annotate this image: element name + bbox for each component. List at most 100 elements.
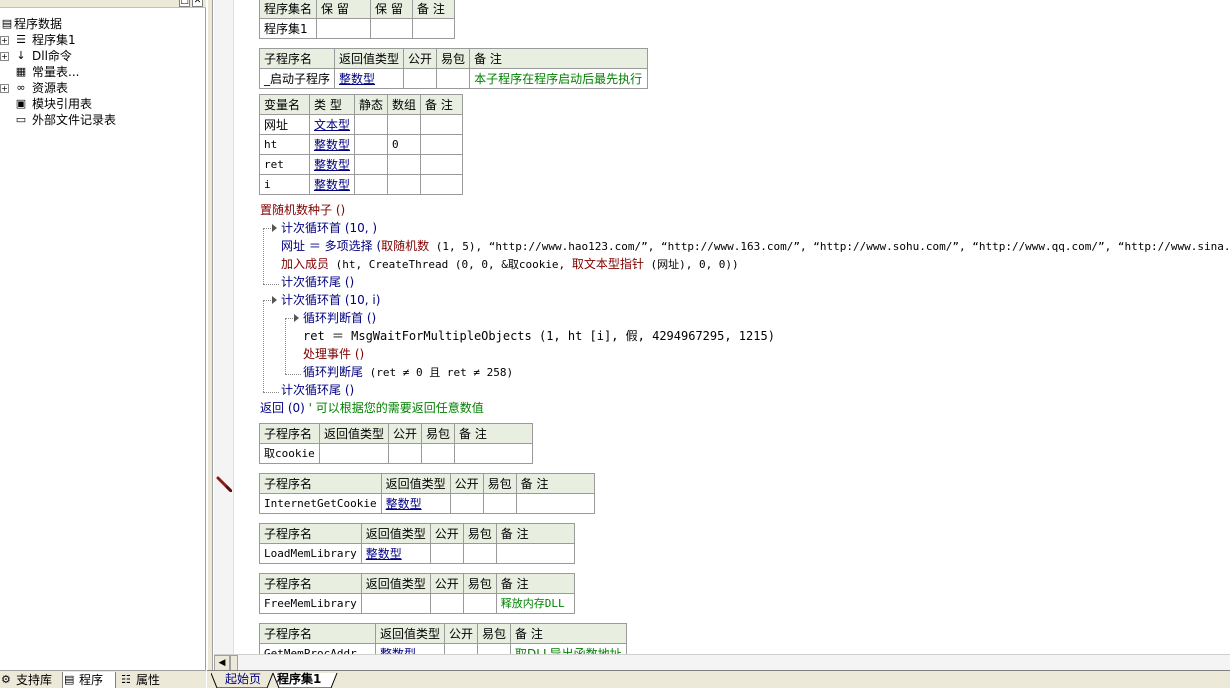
table-cell[interactable]: [420, 174, 464, 195]
note-cell[interactable]: [495, 543, 575, 564]
code-line[interactable]: 计次循环首 (10, i): [281, 292, 380, 308]
code-comment: ' 可以根据您的需要返回任意数值: [304, 401, 484, 415]
sub-name-cell[interactable]: GetMemProcAddr: [259, 643, 376, 654]
table-cell[interactable]: [316, 18, 372, 39]
table-cell[interactable]: [462, 593, 497, 614]
var-name-cell[interactable]: ht: [259, 134, 310, 155]
table-cell[interactable]: [403, 68, 438, 89]
sub-name-cell[interactable]: FreeMemLibrary: [259, 593, 362, 614]
note-cell[interactable]: 本子程序在程序启动后最先执行: [469, 68, 649, 89]
return-type-cell[interactable]: 整数型: [374, 643, 446, 654]
var-name-cell[interactable]: i: [259, 174, 310, 195]
assembly-name-cell[interactable]: 程序集1: [258, 18, 318, 39]
table-cell[interactable]: 0: [387, 134, 422, 155]
code-line[interactable]: 处理事件 (): [303, 346, 364, 362]
breakpoint-brush-icon[interactable]: [216, 476, 232, 492]
tree-item-external-file[interactable]: ▭ 外部文件记录表: [0, 112, 206, 128]
table-cell[interactable]: [370, 18, 414, 39]
code-line[interactable]: 循环判断首 (): [303, 310, 376, 326]
code-line[interactable]: 计次循环首 (10, ): [281, 220, 377, 236]
code-token: (1, 5), “http://www.hao123.com/”, “http:…: [429, 240, 1230, 253]
table-cell[interactable]: [444, 643, 479, 654]
return-type-cell[interactable]: [360, 593, 431, 614]
note-cell[interactable]: 取DLL导出函数地址: [510, 643, 627, 654]
return-type-cell[interactable]: [318, 443, 390, 464]
code-line[interactable]: 网址 ＝ 多项选择 (取随机数 (1, 5), “http://www.hao1…: [281, 238, 1230, 254]
code-editor[interactable]: 程序集名 保 留 保 留 备 注 程序集1 子程序名 返回值类型 公开 易包 备…: [235, 0, 1230, 654]
table-cell[interactable]: [420, 114, 464, 135]
panel-splitter[interactable]: [207, 0, 213, 670]
restore-button[interactable]: □: [179, 0, 190, 7]
table-cell[interactable]: [420, 154, 464, 175]
assembly-table: 程序集名 保 留 保 留 备 注 程序集1: [258, 0, 456, 39]
return-type-cell[interactable]: 整数型: [380, 493, 451, 514]
sub-table: 子程序名 返回值类型 公开 易包 备 注 取cookie: [259, 423, 534, 464]
var-type-cell[interactable]: 整数型: [308, 154, 356, 175]
tree-item-dll-command[interactable]: + ↓ Dll命令: [0, 48, 206, 64]
code-line[interactable]: 计次循环尾 (): [281, 382, 354, 398]
tree-item-resource-table[interactable]: + ∞ 资源表: [0, 80, 206, 96]
tree-item-label: 模块引用表: [32, 97, 93, 111]
table-cell[interactable]: [387, 154, 422, 175]
code-line[interactable]: 加入成员 (ht, CreateThread (0, 0, &取cookie, …: [281, 256, 739, 272]
table-cell[interactable]: [429, 593, 464, 614]
table-cell[interactable]: [436, 68, 471, 89]
var-name-cell[interactable]: 网址: [259, 114, 310, 135]
table-cell[interactable]: [354, 154, 389, 175]
code-line[interactable]: 计次循环尾 (): [281, 274, 354, 290]
table-cell[interactable]: [388, 443, 423, 464]
var-type-cell[interactable]: 整数型: [308, 134, 356, 155]
close-button[interactable]: ✕: [192, 0, 203, 7]
return-type-cell[interactable]: 整数型: [334, 68, 405, 89]
tree-item-module-reference[interactable]: ▣ 模块引用表: [0, 96, 206, 112]
table-cell[interactable]: [354, 134, 389, 155]
table-cell[interactable]: [354, 114, 389, 135]
expand-toggle[interactable]: +: [0, 36, 9, 45]
table-cell[interactable]: [421, 443, 456, 464]
table-cell[interactable]: [462, 543, 497, 564]
table-cell[interactable]: [420, 134, 464, 155]
sub-name-cell[interactable]: InternetGetCookie: [259, 493, 382, 514]
loop-guide: [263, 228, 264, 284]
sub-name-cell[interactable]: 取cookie: [259, 443, 320, 464]
table-cell[interactable]: [429, 543, 464, 564]
note-cell[interactable]: 释放内存DLL: [495, 593, 575, 614]
loop-guide: [285, 318, 286, 374]
table-cell[interactable]: [387, 114, 422, 135]
code-line[interactable]: ret ＝ MsgWaitForMultipleObjects (1, ht […: [303, 328, 775, 344]
code-line[interactable]: 返回 (0) ' 可以根据您的需要返回任意数值: [260, 400, 484, 416]
note-cell[interactable]: [515, 493, 595, 514]
table-cell[interactable]: [387, 174, 422, 195]
sub-name-cell[interactable]: LoadMemLibrary: [259, 543, 362, 564]
table-cell[interactable]: [449, 493, 484, 514]
table-cell[interactable]: [477, 643, 512, 654]
tree-root[interactable]: ▤ 程序数据: [0, 16, 206, 32]
table-header: 保 留: [316, 0, 372, 19]
tab-program-set-1[interactable]: 程序集1: [277, 671, 321, 688]
scroll-thumb[interactable]: [230, 655, 238, 671]
tab-properties[interactable]: ☷ 属性: [120, 672, 176, 688]
var-type-cell[interactable]: 整数型: [308, 174, 356, 195]
tab-program[interactable]: ▤ 程序: [62, 672, 116, 688]
tab-support-library[interactable]: ⚙ 支持库: [0, 672, 60, 688]
note-cell[interactable]: [454, 443, 534, 464]
expand-toggle[interactable]: +: [0, 52, 9, 61]
return-type-cell[interactable]: 整数型: [360, 543, 431, 564]
program-data-icon: ▤: [1, 17, 13, 30]
horizontal-scrollbar[interactable]: ◀: [214, 654, 1230, 671]
tree-item-program-set[interactable]: + ☰ 程序集1: [0, 32, 206, 48]
table-cell[interactable]: [412, 18, 456, 39]
table-header: 公开: [388, 423, 423, 444]
code-line[interactable]: 循环判断尾 (ret ≠ 0 且 ret ≠ 258): [303, 364, 513, 380]
scroll-left-button[interactable]: ◀: [214, 655, 230, 671]
code-line[interactable]: 置随机数种子 (): [260, 202, 345, 218]
var-name-cell[interactable]: ret: [259, 154, 310, 175]
expand-toggle[interactable]: +: [0, 84, 9, 93]
loop-arrow-icon: [272, 224, 277, 232]
tab-start-page[interactable]: 起始页: [225, 671, 261, 688]
sub-name-cell[interactable]: _启动子程序: [258, 68, 336, 89]
table-cell[interactable]: [482, 493, 517, 514]
table-cell[interactable]: [354, 174, 389, 195]
var-type-cell[interactable]: 文本型: [308, 114, 356, 135]
tree-item-constant-table[interactable]: ▦ 常量表...: [0, 64, 206, 80]
